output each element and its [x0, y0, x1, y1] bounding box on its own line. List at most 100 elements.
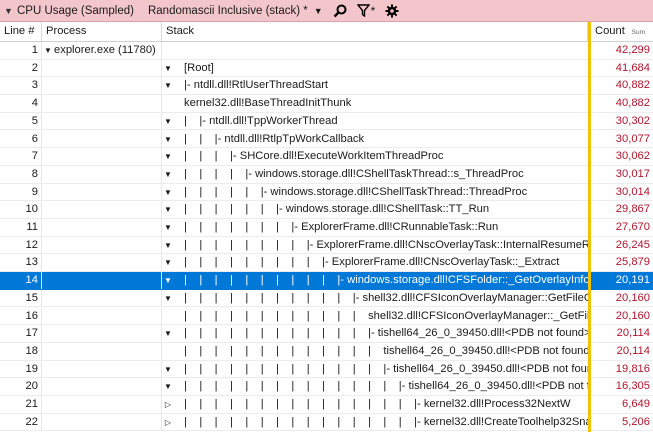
stack-frame-text: | | | | | | | | | | | |- shell32.dll!CFS…	[184, 291, 588, 304]
table-row[interactable]: 15 ▼ | | | | | | | | | | | |- shell32.dll!…	[0, 289, 653, 308]
stack-cell: ▼ | | | | | | | | | | |- windows.storage.…	[162, 272, 588, 289]
table-row[interactable]: 3 ▼ |- ntdll.dll!RtlUserThreadStart 40,882	[0, 77, 653, 96]
expand-triangle-icon[interactable]: ▼	[162, 254, 174, 271]
column-header-line[interactable]: Line #	[0, 22, 42, 41]
preset-dropdown-icon[interactable]: ▼	[314, 6, 323, 16]
expand-triangle-icon[interactable]: ▼	[162, 131, 174, 148]
table-row[interactable]: 20 ▼ | | | | | | | | | | | | | | |- tishel…	[0, 378, 653, 396]
process-cell	[42, 254, 162, 272]
line-number: 20	[0, 378, 42, 395]
line-number: 21	[0, 396, 42, 413]
expand-triangle-icon[interactable]: ▼	[162, 166, 174, 183]
process-cell	[42, 413, 162, 431]
count-sum-label: Sum	[631, 29, 645, 36]
expand-triangle-icon[interactable]: ▼	[162, 290, 174, 307]
expand-triangle-icon[interactable]: ▼	[162, 219, 174, 236]
process-cell	[42, 112, 162, 130]
column-header-process[interactable]: Process	[42, 22, 162, 41]
count-value: 30,302	[615, 114, 650, 127]
table-row[interactable]: 5 ▼ | |- ntdll.dll!TppWorkerThread 30,302	[0, 112, 653, 131]
table-row[interactable]: 1 ▼ explorer.exe (11780) 42,299	[0, 42, 653, 60]
expand-triangle-icon[interactable]: ▼	[162, 272, 174, 289]
expand-triangle-icon[interactable]: ▼	[162, 237, 174, 254]
gold-bar-divider[interactable]	[588, 22, 591, 432]
expand-triangle-icon[interactable]: ▼	[162, 378, 174, 395]
line-number: 22	[0, 413, 42, 431]
column-header-stack[interactable]: Stack	[162, 22, 588, 41]
table-row[interactable]: 7 ▼ | | | |- SHCore.dll!ExecuteWorkItemThr…	[0, 148, 653, 166]
table-row[interactable]: 6 ▼ | | |- ntdll.dll!RtlpTpWorkCallback 30,…	[0, 130, 653, 149]
expand-triangle-icon[interactable]: ▼	[162, 77, 174, 94]
filter-icon[interactable]: *	[356, 4, 375, 18]
expand-triangle-icon[interactable]: ▼	[162, 60, 174, 77]
stack-cell: | | | | | | | | | | | | | tishell64_26_0…	[162, 343, 588, 360]
line-number: 6	[0, 130, 42, 148]
table-row[interactable]: 2 ▼ [Root] 41,684	[0, 59, 653, 78]
count-value: 20,114	[616, 327, 650, 340]
table-row[interactable]: 9 ▼ | | | | | |- windows.storage.dll!CShel…	[0, 183, 653, 202]
line-number: 19	[0, 360, 42, 378]
collapsed-triangle-icon[interactable]: ▷	[162, 414, 174, 431]
count-value: 19,816	[615, 362, 650, 375]
stack-cell: ▼ | | | | |- windows.storage.dll!CShellTa…	[162, 166, 588, 183]
expand-triangle-icon[interactable]: ▼	[42, 42, 54, 59]
line-number: 12	[0, 236, 42, 254]
collapsed-triangle-icon[interactable]: ▷	[162, 396, 174, 413]
process-cell	[42, 396, 162, 413]
expand-triangle-icon[interactable]: ▼	[162, 184, 174, 201]
count-value: 20,191	[615, 274, 650, 287]
expand-triangle-icon[interactable]: ▼	[162, 325, 174, 342]
table-row[interactable]: 21 ▷ | | | | | | | | | | | | | | | |- kern…	[0, 396, 653, 414]
gear-icon[interactable]	[385, 4, 399, 18]
stack-cell: ▼ | | | | | | |- windows.storage.dll!CShe…	[162, 201, 588, 218]
stack-frame-text: | | | | | | | | | | | | |- tishell64_26_…	[184, 327, 588, 340]
table-row[interactable]: 17 ▼ | | | | | | | | | | | | |- tishell64_…	[0, 325, 653, 343]
table-row[interactable]: 11 ▼ | | | | | | | |- ExplorerFrame.dll!CR…	[0, 219, 653, 237]
line-number: 5	[0, 112, 42, 130]
table-row[interactable]: 10 ▼ | | | | | | |- windows.storage.dll!CS…	[0, 201, 653, 219]
table-row[interactable]: 8 ▼ | | | | |- windows.storage.dll!CShellT…	[0, 165, 653, 184]
stack-frame-text: | | | | | | | |- ExplorerFrame.dll!CRunn…	[184, 221, 499, 233]
panel-titlebar: ▼ CPU Usage (Sampled) Randomascii Inclus…	[0, 0, 653, 22]
count-value: 30,062	[615, 150, 650, 163]
count-value: 41,684	[615, 61, 650, 74]
line-number: 8	[0, 165, 42, 183]
process-cell	[42, 77, 162, 95]
line-number: 16	[0, 307, 42, 325]
process-cell	[42, 219, 162, 236]
table-row[interactable]: 18 | | | | | | | | | | | | | tishell64_2…	[0, 342, 653, 361]
collapse-triangle-icon[interactable]: ▼	[4, 6, 14, 16]
count-value: 20,160	[615, 309, 650, 322]
table-row[interactable]: 13 ▼ | | | | | | | | | |- ExplorerFrame.dl…	[0, 254, 653, 273]
stack-cell	[162, 42, 588, 59]
count-value: 20,160	[615, 291, 650, 304]
stack-frame-text: kernel32.dll!BaseThreadInitThunk	[184, 97, 352, 110]
process-cell	[42, 360, 162, 378]
expand-triangle-icon[interactable]: ▼	[162, 148, 174, 165]
process-cell	[42, 272, 162, 289]
expand-triangle-icon[interactable]: ▼	[162, 361, 174, 378]
expand-triangle-icon[interactable]: ▼	[162, 201, 174, 218]
table-row[interactable]: 19 ▼ | | | | | | | | | | | | | |- tishell6…	[0, 360, 653, 379]
count-value: 5,206	[622, 415, 650, 428]
stack-frame-text: |- ntdll.dll!RtlUserThreadStart	[184, 79, 329, 92]
table-row[interactable]: 12 ▼ | | | | | | | | |- ExplorerFrame.dll!…	[0, 236, 653, 255]
process-cell	[42, 130, 162, 148]
table-row[interactable]: 4 kernel32.dll!BaseThreadInitThunk 40,882	[0, 95, 653, 113]
table-row[interactable]: 16 | | | | | | | | | | | | shell32.dll!C…	[0, 307, 653, 326]
line-number: 2	[0, 59, 42, 77]
column-header-count[interactable]: Count Sum	[591, 22, 653, 41]
stack-cell: ▼ | | | |- SHCore.dll!ExecuteWorkItemThre…	[162, 148, 588, 165]
table-row[interactable]: 22 ▷ | | | | | | | | | | | | | | | |- kern…	[0, 413, 653, 432]
search-icon[interactable]	[333, 4, 347, 18]
count-value: 40,882	[615, 97, 650, 110]
line-number: 4	[0, 95, 42, 112]
preset-selector[interactable]: Randomascii Inclusive (stack) *	[148, 5, 308, 17]
stack-cell: ▷ | | | | | | | | | | | | | | | |- kernel…	[162, 414, 588, 431]
stack-frame-text: | | |- ntdll.dll!RtlpTpWorkCallback	[184, 132, 365, 145]
count-header-label: Count	[595, 25, 625, 37]
stack-cell: ▼ | | |- ntdll.dll!RtlpTpWorkCallback	[162, 131, 588, 148]
expand-triangle-icon[interactable]: ▼	[162, 113, 174, 130]
process-cell	[42, 165, 162, 183]
table-row[interactable]: 14 ▼ | | | | | | | | | | |- windows.storag…	[0, 272, 653, 290]
